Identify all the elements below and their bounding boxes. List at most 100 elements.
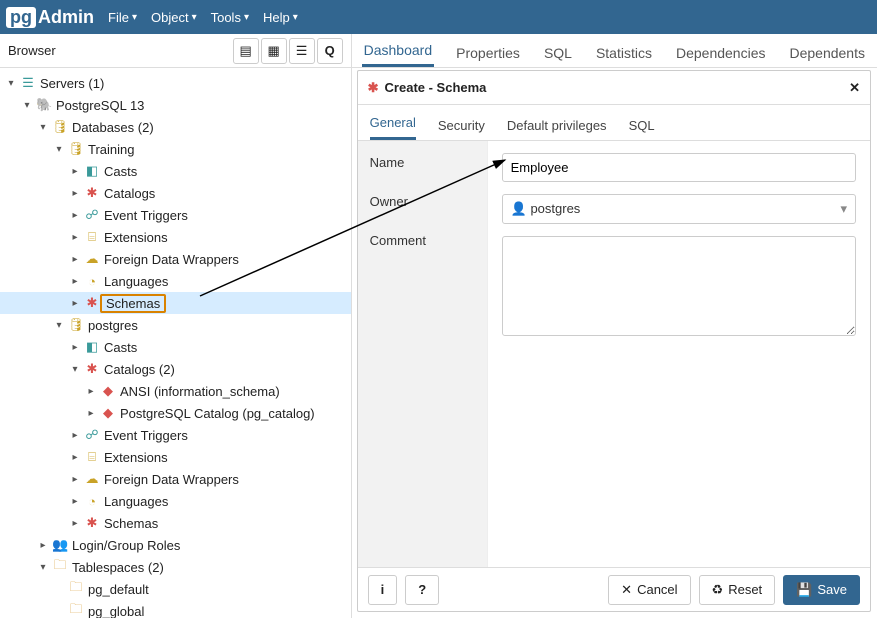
toolbar-filter-icon[interactable]: ☰ bbox=[289, 38, 315, 64]
logo-admin: Admin bbox=[38, 7, 94, 28]
tree-servers[interactable]: ▾☰Servers (1) bbox=[0, 72, 351, 94]
tablespace-icon: 🗀 bbox=[52, 556, 68, 578]
browser-title: Browser bbox=[8, 43, 56, 58]
catalog-item-icon: ◆ bbox=[100, 405, 116, 421]
database-icon: 🛢 bbox=[68, 141, 84, 157]
tree-pgcatalog[interactable]: ▸◆PostgreSQL Catalog (pg_catalog) bbox=[0, 402, 351, 424]
app-logo: pgAdmin bbox=[6, 7, 94, 28]
catalog-icon: ✱ bbox=[84, 185, 100, 201]
main-tabs: Dashboard Properties SQL Statistics Depe… bbox=[352, 34, 877, 68]
object-tree[interactable]: ▾☰Servers (1) ▾🐘PostgreSQL 13 ▾🛢Database… bbox=[0, 68, 351, 618]
folder-icon: 🗀 bbox=[68, 578, 84, 600]
tab-dashboard[interactable]: Dashboard bbox=[362, 36, 435, 67]
tree-ts-default[interactable]: 🗀pg_default bbox=[0, 578, 351, 600]
reset-button[interactable]: ♻Reset bbox=[699, 575, 776, 605]
extension-icon: ⌸ bbox=[84, 449, 100, 465]
tree-databases[interactable]: ▾🛢Databases (2) bbox=[0, 116, 351, 138]
tab-statistics[interactable]: Statistics bbox=[594, 39, 654, 67]
right-panel: Dashboard Properties SQL Statistics Depe… bbox=[352, 34, 877, 618]
tree-tablespaces[interactable]: ▾🗀Tablespaces (2) bbox=[0, 556, 351, 578]
fdw-icon: ☁ bbox=[84, 251, 100, 267]
elephant-icon: 🐘 bbox=[36, 97, 52, 113]
tree-postgres-lang[interactable]: ▸◔Languages bbox=[0, 490, 351, 512]
tree-roles[interactable]: ▸👥Login/Group Roles bbox=[0, 534, 351, 556]
close-icon: ✕ bbox=[621, 582, 632, 598]
extension-icon: ⌸ bbox=[84, 229, 100, 245]
menu-help[interactable]: Help▾ bbox=[263, 10, 298, 25]
event-icon: ☍ bbox=[84, 207, 100, 223]
info-button[interactable]: i bbox=[368, 575, 398, 605]
tree-postgres-catalogs[interactable]: ▾✱Catalogs (2) bbox=[0, 358, 351, 380]
dialog-tab-security[interactable]: Security bbox=[438, 111, 485, 140]
tree-pg13[interactable]: ▾🐘PostgreSQL 13 bbox=[0, 94, 351, 116]
chevron-down-icon: ▾ bbox=[132, 12, 137, 23]
create-schema-dialog: ✱ Create - Schema ✕ General Security Defa… bbox=[357, 70, 871, 612]
tree-postgres-events[interactable]: ▸☍Event Triggers bbox=[0, 424, 351, 446]
name-input[interactable] bbox=[502, 153, 856, 182]
tab-sql[interactable]: SQL bbox=[542, 39, 574, 67]
tree-training-schemas[interactable]: ▸✱Schemas bbox=[0, 292, 351, 314]
browser-panel: Browser ▤ ▦ ☰ Q ▾☰Servers (1) ▾🐘PostgreS… bbox=[0, 34, 352, 618]
owner-select[interactable]: 👤 postgres ▾ bbox=[502, 194, 856, 224]
menu-file[interactable]: File▾ bbox=[108, 10, 137, 25]
toolbar-grid-icon[interactable]: ▦ bbox=[261, 38, 287, 64]
chevron-down-icon: ▾ bbox=[293, 12, 298, 23]
language-icon: ◔ bbox=[84, 274, 100, 289]
tree-postgres-ext[interactable]: ▸⌸Extensions bbox=[0, 446, 351, 468]
tree-training-catalogs[interactable]: ▸✱Catalogs bbox=[0, 182, 351, 204]
menu-object[interactable]: Object▾ bbox=[151, 10, 197, 25]
label-name: Name bbox=[370, 155, 475, 170]
toolbar-search-icon[interactable]: Q bbox=[317, 38, 343, 64]
comment-textarea[interactable] bbox=[502, 236, 856, 336]
dialog-tab-defpriv[interactable]: Default privileges bbox=[507, 111, 607, 140]
label-comment: Comment bbox=[370, 233, 475, 248]
tree-training[interactable]: ▾🛢Training bbox=[0, 138, 351, 160]
save-button[interactable]: 💾Save bbox=[783, 575, 860, 605]
save-icon: 💾 bbox=[796, 582, 812, 598]
logo-pg: pg bbox=[6, 7, 36, 28]
chevron-down-icon: ▾ bbox=[840, 201, 847, 217]
catalog-icon: ✱ bbox=[84, 361, 100, 377]
language-icon: ◔ bbox=[84, 494, 100, 509]
tree-training-ext[interactable]: ▸⌸Extensions bbox=[0, 226, 351, 248]
schema-icon: ✱ bbox=[84, 295, 100, 311]
dialog-tab-sql[interactable]: SQL bbox=[629, 111, 655, 140]
recycle-icon: ♻ bbox=[712, 582, 724, 598]
close-icon[interactable]: ✕ bbox=[849, 80, 860, 96]
label-owner: Owner bbox=[370, 194, 475, 209]
tree-postgres-casts[interactable]: ▸◧Casts bbox=[0, 336, 351, 358]
roles-icon: 👥 bbox=[52, 537, 68, 553]
dialog-tab-general[interactable]: General bbox=[370, 108, 416, 140]
tree-training-lang[interactable]: ▸◔Languages bbox=[0, 270, 351, 292]
folder-icon: 🗀 bbox=[68, 600, 84, 618]
tree-postgres[interactable]: ▾🛢postgres bbox=[0, 314, 351, 336]
schema-icon: ✱ bbox=[84, 515, 100, 531]
help-button[interactable]: ? bbox=[405, 575, 439, 605]
tab-dependencies[interactable]: Dependencies bbox=[674, 39, 768, 67]
schema-icon: ✱ bbox=[368, 80, 379, 96]
server-group-icon: ☰ bbox=[20, 75, 36, 91]
casts-icon: ◧ bbox=[84, 163, 100, 179]
tree-postgres-schemas[interactable]: ▸✱Schemas bbox=[0, 512, 351, 534]
cancel-button[interactable]: ✕Cancel bbox=[608, 575, 690, 605]
tree-training-fdw[interactable]: ▸☁Foreign Data Wrappers bbox=[0, 248, 351, 270]
casts-icon: ◧ bbox=[84, 339, 100, 355]
tree-postgres-fdw[interactable]: ▸☁Foreign Data Wrappers bbox=[0, 468, 351, 490]
toolbar-db-icon[interactable]: ▤ bbox=[233, 38, 259, 64]
chevron-down-icon: ▾ bbox=[192, 12, 197, 23]
database-icon: 🛢 bbox=[52, 119, 68, 135]
tree-training-events[interactable]: ▸☍Event Triggers bbox=[0, 204, 351, 226]
tree-training-casts[interactable]: ▸◧Casts bbox=[0, 160, 351, 182]
tab-properties[interactable]: Properties bbox=[454, 39, 522, 67]
user-icon: 👤 bbox=[511, 201, 527, 216]
menu-tools[interactable]: Tools▾ bbox=[211, 10, 249, 25]
tree-ts-global[interactable]: 🗀pg_global bbox=[0, 600, 351, 618]
tab-dependents[interactable]: Dependents bbox=[787, 39, 867, 67]
chevron-down-icon: ▾ bbox=[244, 12, 249, 23]
catalog-item-icon: ◆ bbox=[100, 383, 116, 399]
event-icon: ☍ bbox=[84, 427, 100, 443]
database-icon: 🛢 bbox=[68, 317, 84, 333]
fdw-icon: ☁ bbox=[84, 471, 100, 487]
tree-ansi[interactable]: ▸◆ANSI (information_schema) bbox=[0, 380, 351, 402]
dialog-title: Create - Schema bbox=[385, 80, 487, 95]
